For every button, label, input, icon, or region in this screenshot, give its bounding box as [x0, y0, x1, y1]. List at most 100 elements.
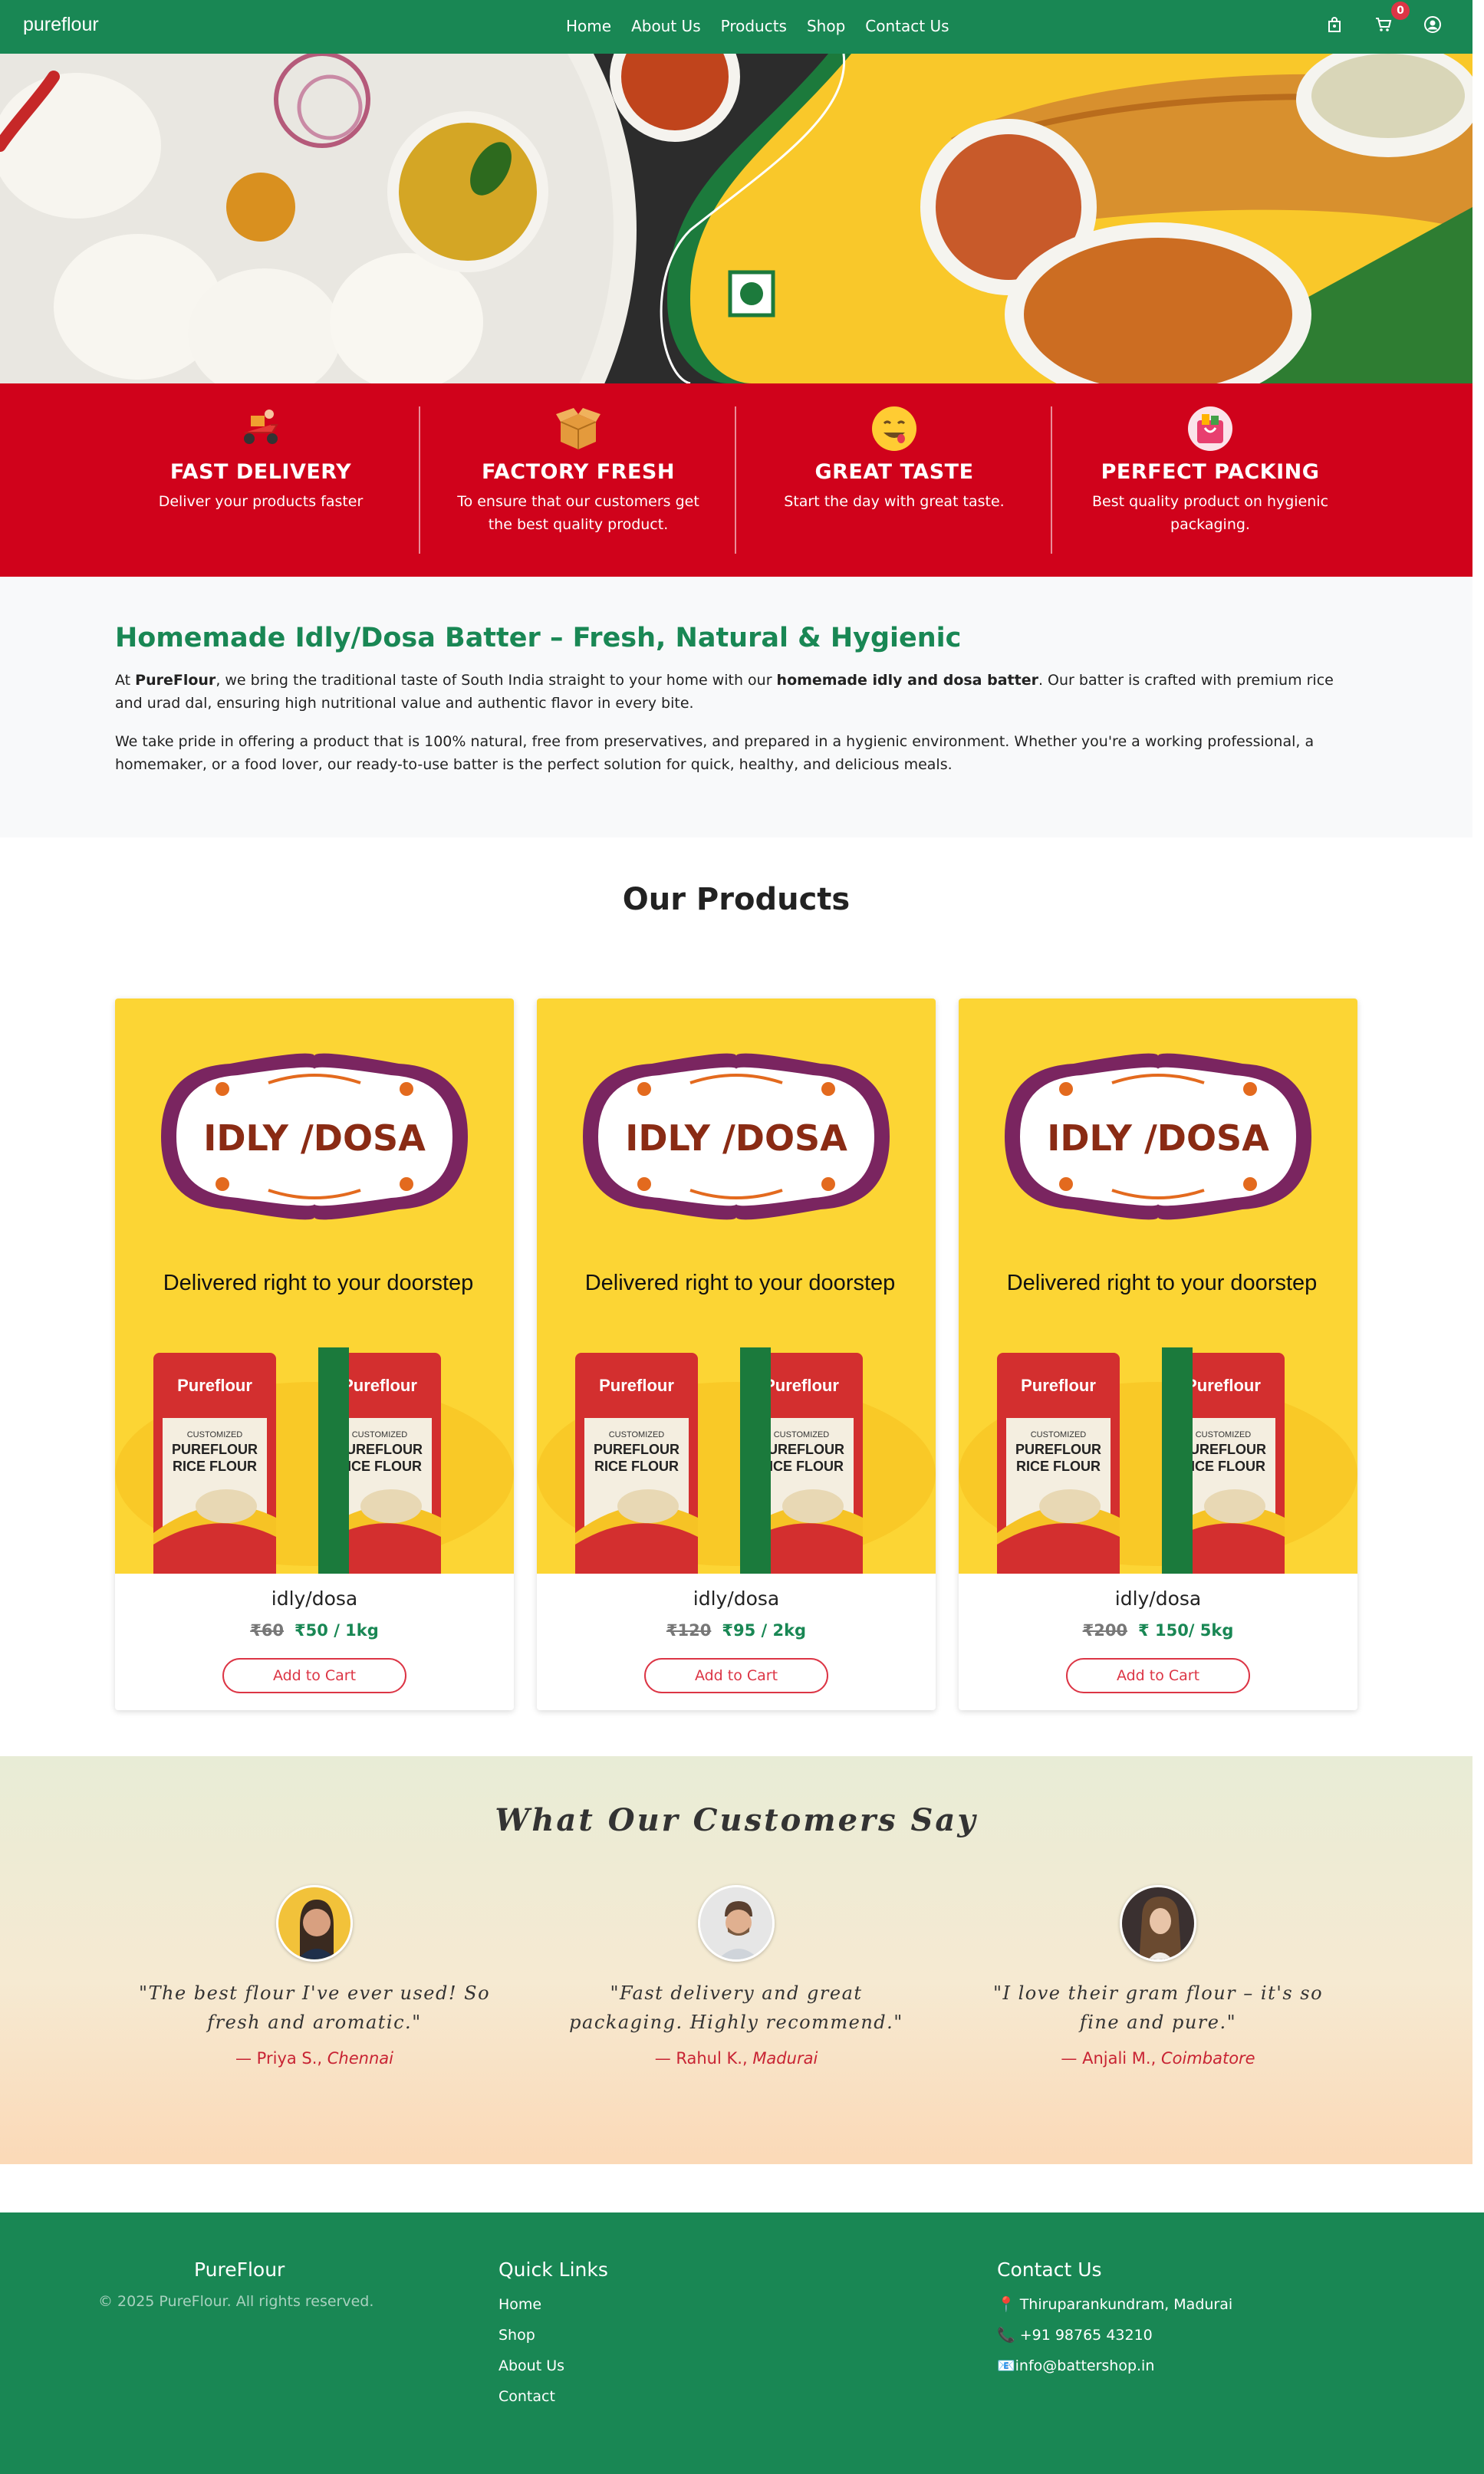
contact-email[interactable]: 📧info@battershop.in: [997, 2351, 1232, 2381]
product-price: ₹200 ₹ 150/ 5kg: [959, 1621, 1357, 1640]
svg-text:Pureflour: Pureflour: [764, 1376, 839, 1395]
svg-text:RICE FLOUR: RICE FLOUR: [173, 1459, 257, 1474]
feature-text: Start the day with great taste.: [784, 493, 1005, 510]
product-image[interactable]: IDLY /DOSA Delivered right to your doors…: [115, 998, 514, 1574]
nav-link-about[interactable]: About Us: [631, 17, 701, 35]
nav-link-shop[interactable]: Shop: [807, 17, 845, 35]
nav-link-products[interactable]: Products: [721, 17, 787, 35]
svg-text:RICE FLOUR: RICE FLOUR: [594, 1459, 679, 1474]
old-price: ₹200: [1082, 1621, 1128, 1640]
nav-link-home[interactable]: Home: [566, 17, 611, 35]
user-icon[interactable]: [1423, 15, 1442, 34]
testimonial-quote: "Fast delivery and great packaging. High…: [569, 1982, 903, 2033]
svg-text:IDLY /DOSA: IDLY /DOSA: [1047, 1117, 1269, 1159]
svg-text:Delivered right to your doorst: Delivered right to your doorstep: [1007, 1271, 1318, 1295]
product-image[interactable]: IDLY /DOSA Delivered right to your doors…: [537, 998, 936, 1574]
nav-link-contact[interactable]: Contact Us: [865, 17, 949, 35]
svg-text:CUSTOMIZED: CUSTOMIZED: [774, 1430, 830, 1439]
products-heading: Our Products: [622, 882, 851, 917]
product-card: IDLY /DOSA Delivered right to your doors…: [115, 998, 514, 1710]
footer-link-about[interactable]: About Us: [499, 2351, 564, 2381]
avatar: [698, 1885, 775, 1962]
testimonial-author: — Priya S., Chennai: [115, 2049, 514, 2068]
footer-link-home[interactable]: Home: [499, 2289, 564, 2320]
new-price: ₹95 / 2kg: [722, 1621, 807, 1640]
features-strip: FAST DELIVERY Deliver your products fast…: [0, 383, 1472, 577]
svg-text:PUREFLOUR: PUREFLOUR: [1180, 1442, 1266, 1457]
product-price: ₹120 ₹95 / 2kg: [537, 1621, 936, 1640]
footer-link-shop[interactable]: Shop: [499, 2320, 564, 2351]
svg-text:CUSTOMIZED: CUSTOMIZED: [1196, 1430, 1252, 1439]
author-name: — Priya S.,: [235, 2049, 327, 2068]
about-text: At: [115, 672, 136, 689]
product-name: idly/dosa: [271, 1587, 358, 1610]
scooter-icon: [237, 405, 285, 452]
svg-text:RICE FLOUR: RICE FLOUR: [759, 1459, 844, 1474]
svg-text:RICE FLOUR: RICE FLOUR: [1016, 1459, 1101, 1474]
nav-links: Home About Us Products Shop Contact Us: [566, 17, 949, 35]
add-to-cart-button[interactable]: Add to Cart: [1066, 1658, 1250, 1693]
smiley-icon: [870, 405, 918, 452]
feature-text: Best quality product on hygienic packagi…: [1091, 493, 1329, 533]
bag-icon[interactable]: [1325, 15, 1344, 34]
feature-factory-fresh: FACTORY FRESH To ensure that our custome…: [420, 405, 736, 536]
avatar: [276, 1885, 353, 1962]
product-name: idly/dosa: [1114, 1587, 1202, 1610]
new-price: ₹ 150/ 5kg: [1138, 1621, 1234, 1640]
hero-food-image: [0, 54, 1472, 383]
feature-perfect-packing: PERFECT PACKING Best quality product on …: [1052, 405, 1368, 536]
author-name: — Anjali M.,: [1061, 2049, 1161, 2068]
svg-text:PUREFLOUR: PUREFLOUR: [594, 1442, 679, 1457]
feature-great-taste: GREAT TASTE Start the day with great tas…: [736, 405, 1052, 513]
add-to-cart-button[interactable]: Add to Cart: [222, 1658, 406, 1693]
footer-brand: PureFlour: [194, 2259, 285, 2281]
svg-text:CUSTOMIZED: CUSTOMIZED: [352, 1430, 408, 1439]
testimonial-card: "I love their gram flour – it's so fine …: [959, 1885, 1357, 2068]
testimonial-author: — Anjali M., Coimbatore: [959, 2049, 1357, 2068]
feature-text: To ensure that our customers get the bes…: [457, 493, 699, 533]
svg-text:Pureflour: Pureflour: [342, 1376, 417, 1395]
about-paragraph-2: We take pride in offering a product that…: [115, 733, 1315, 773]
author-city: Coimbatore: [1160, 2049, 1255, 2068]
feature-fast-delivery: FAST DELIVERY Deliver your products fast…: [103, 405, 419, 513]
svg-text:PUREFLOUR: PUREFLOUR: [1015, 1442, 1101, 1457]
brand-logo[interactable]: pureflour: [23, 14, 99, 36]
contact-info: 📍 Thiruparankundram, Madurai 📞 +91 98765…: [997, 2289, 1232, 2381]
svg-text:CUSTOMIZED: CUSTOMIZED: [609, 1430, 665, 1439]
testimonial-quote: "The best flour I've ever used! So fresh…: [138, 1982, 491, 2033]
add-to-cart-button[interactable]: Add to Cart: [644, 1658, 828, 1693]
nav-icons: 0: [1325, 2, 1442, 34]
product-name: idly/dosa: [693, 1587, 780, 1610]
feature-text: Deliver your products faster: [158, 493, 364, 510]
product-image[interactable]: IDLY /DOSA Delivered right to your doors…: [959, 998, 1357, 1574]
cart-count-badge: 0: [1391, 2, 1410, 20]
box-icon: [554, 405, 602, 452]
svg-text:Delivered right to your doorst: Delivered right to your doorstep: [585, 1271, 896, 1295]
testimonial-author: — Rahul K., Madurai: [537, 2049, 936, 2068]
hero-banner: [0, 54, 1472, 383]
svg-text:IDLY /DOSA: IDLY /DOSA: [625, 1117, 847, 1159]
contact-address: 📍 Thiruparankundram, Madurai: [997, 2296, 1233, 2313]
footer: PureFlour © 2025 PureFlour. All rights r…: [0, 2212, 1484, 2474]
quick-links: Home Shop About Us Contact: [499, 2289, 564, 2412]
svg-text:IDLY /DOSA: IDLY /DOSA: [203, 1117, 426, 1159]
product-card: IDLY /DOSA Delivered right to your doors…: [537, 998, 936, 1710]
about-title: Homemade Idly/Dosa Batter – Fresh, Natur…: [115, 623, 962, 653]
about-section: Homemade Idly/Dosa Batter – Fresh, Natur…: [0, 577, 1472, 837]
testimonials-heading: What Our Customers Say: [495, 1802, 978, 1838]
feature-title: FAST DELIVERY: [169, 460, 352, 484]
contact-phone[interactable]: 📞 +91 98765 43210: [997, 2320, 1232, 2351]
old-price: ₹60: [250, 1621, 285, 1640]
svg-text:RICE FLOUR: RICE FLOUR: [1181, 1459, 1265, 1474]
cart-icon[interactable]: 0: [1374, 2, 1410, 34]
about-product-bold: homemade idly and dosa batter: [776, 672, 1038, 689]
svg-text:Pureflour: Pureflour: [177, 1376, 252, 1395]
testimonial-card: "Fast delivery and great packaging. High…: [537, 1885, 936, 2068]
author-city: Madurai: [752, 2049, 818, 2068]
testimonial-quote: "I love their gram flour – it's so fine …: [992, 1982, 1324, 2033]
feature-title: PERFECT PACKING: [1101, 460, 1320, 484]
footer-link-contact[interactable]: Contact: [499, 2381, 564, 2412]
svg-text:RICE FLOUR: RICE FLOUR: [337, 1459, 422, 1474]
about-text: , we bring the traditional taste of Sout…: [216, 672, 777, 689]
svg-text:CUSTOMIZED: CUSTOMIZED: [187, 1430, 243, 1439]
